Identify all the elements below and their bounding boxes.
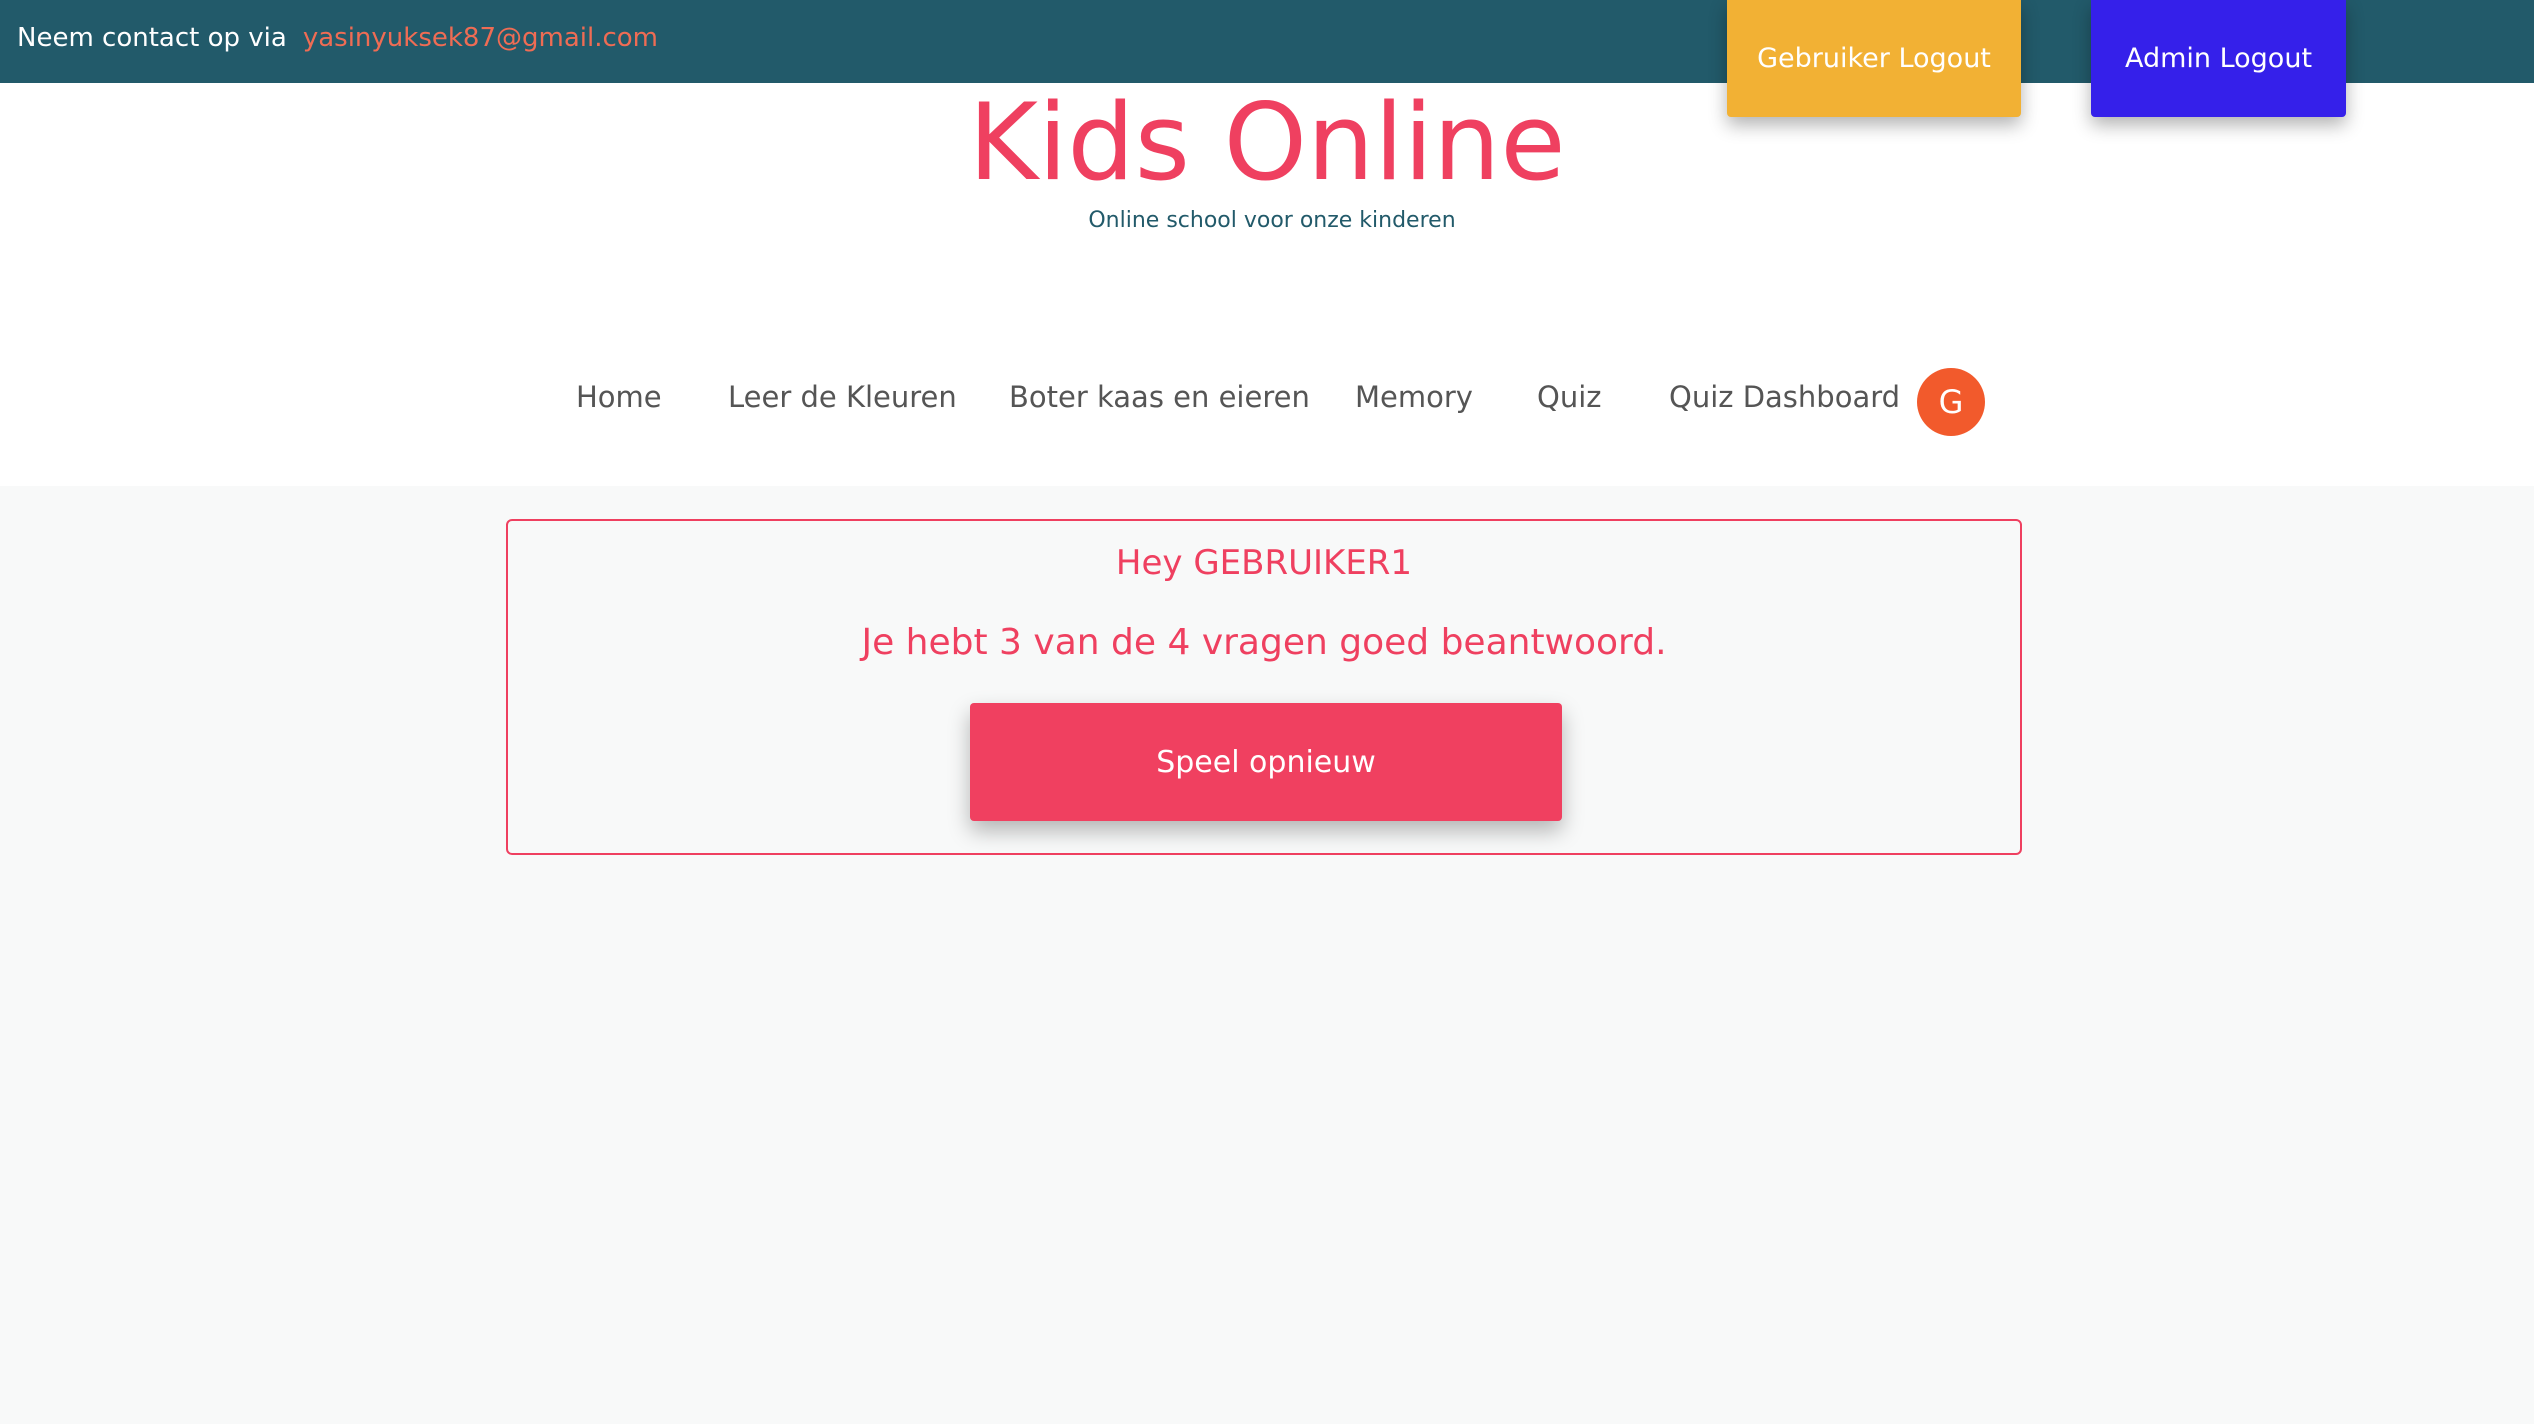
contact-email-link[interactable]: yasinyuksek87@gmail.com	[303, 23, 658, 53]
nav-item-quiz[interactable]: Quiz	[1537, 380, 1602, 414]
score-text: Je hebt 3 van de 4 vragen goed beantwoor…	[861, 622, 1667, 663]
greeting-text: Hey GEBRUIKER1	[1115, 543, 1413, 583]
admin-logout-button[interactable]: Admin Logout	[2091, 0, 2346, 117]
play-again-button[interactable]: Speel opnieuw	[970, 703, 1562, 821]
user-avatar[interactable]: G	[1917, 368, 1985, 436]
nav-item-memory[interactable]: Memory	[1355, 380, 1473, 414]
nav-item-leer-de-kleuren[interactable]: Leer de Kleuren	[728, 380, 957, 414]
nav-item-boter-kaas-en-eieren[interactable]: Boter kaas en eieren	[1009, 380, 1310, 414]
nav-item-quiz-dashboard[interactable]: Quiz Dashboard	[1669, 380, 1900, 414]
nav-item-home[interactable]: Home	[576, 380, 662, 414]
user-logout-button[interactable]: Gebruiker Logout	[1727, 0, 2021, 117]
site-subtitle: Online school voor onze kinderen	[1088, 208, 1456, 233]
contact-label: Neem contact op via	[17, 23, 287, 53]
main-nav: Home Leer de Kleuren Boter kaas en eiere…	[0, 368, 2534, 436]
quiz-result-card: Hey GEBRUIKER1 Je hebt 3 van de 4 vragen…	[506, 519, 2022, 855]
contact-info: Neem contact op via yasinyuksek87@gmail.…	[17, 20, 658, 56]
